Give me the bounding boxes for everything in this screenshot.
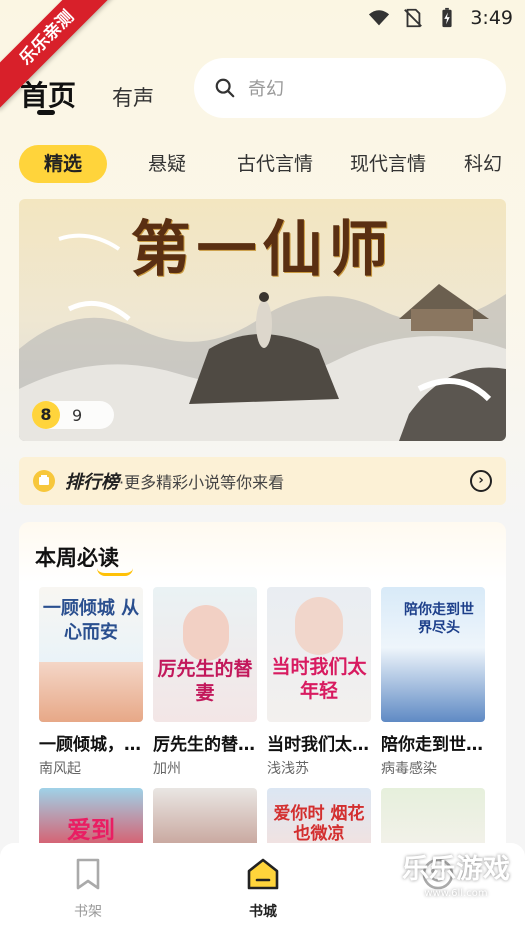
ranking-title: 排行榜 — [65, 472, 119, 493]
tab-bookshelf[interactable]: 书架 — [58, 857, 118, 921]
search-placeholder: 奇幻 — [248, 79, 284, 100]
book-item[interactable]: 一顾倾城 从心而安 一顾倾城，… 南风起 — [39, 587, 143, 778]
site-watermark: 乐乐游戏 www.6ll.com — [391, 847, 521, 927]
book-title: 陪你走到世… — [381, 735, 483, 755]
home-store-icon — [247, 858, 279, 890]
wifi-icon — [369, 10, 390, 26]
title-underline-decoration — [97, 568, 133, 576]
book-cover: 厉先生的替妻 — [153, 587, 257, 722]
category-tab-featured[interactable]: 精选 — [19, 145, 107, 183]
book-cover-title: 厉先生的替妻 — [157, 658, 253, 704]
book-cover[interactable]: 爱你时 烟花也微凉 — [267, 788, 371, 848]
tab-bookshelf-label: 书架 — [74, 904, 102, 920]
watermark-url: www.6ll.com — [424, 888, 488, 899]
book-cover[interactable] — [153, 788, 257, 848]
book-cover: 当时我们太年轻 — [267, 587, 371, 722]
book-author: 病毒感染 — [381, 761, 437, 777]
book-cover-title: 陪你走到世界尽头 — [404, 602, 474, 636]
weekly-must-read-section: 本周必读 一顾倾城 从心而安 一顾倾城，… 南风起 厉先生的替妻 厉先生的替… … — [19, 522, 506, 852]
book-cover[interactable] — [381, 788, 485, 848]
ranking-icon — [33, 470, 55, 492]
bookmark-icon — [76, 858, 100, 890]
ranking-entry[interactable]: 排行榜 ·更多精彩小说等你来看 › — [19, 457, 506, 505]
top-header: 首页 有声 奇幻 — [0, 58, 525, 118]
book-author: 南风起 — [39, 761, 81, 777]
promo-banner[interactable]: 第一仙师 8 9 — [19, 199, 506, 441]
book-item[interactable]: 当时我们太年轻 当时我们太… 浅浅苏 — [267, 587, 371, 778]
book-title: 厉先生的替… — [153, 735, 255, 755]
book-cover-title: 爱你时 烟花也微凉 — [273, 804, 365, 844]
ranking-subtitle: ·更多精彩小说等你来看 — [119, 473, 285, 492]
no-sim-icon — [404, 8, 423, 28]
category-tab-ancient-romance[interactable]: 古代言情 — [237, 145, 313, 183]
book-item[interactable]: 陪你走到世界尽头 陪你走到世… 病毒感染 — [381, 587, 485, 778]
tab-home[interactable]: 首页 — [20, 74, 76, 114]
banner-page-indicator: 8 9 — [32, 401, 114, 429]
book-cover-title: 爱到 — [67, 815, 115, 844]
banner-total-pages: 9 — [72, 405, 83, 425]
category-tab-suspense[interactable]: 悬疑 — [148, 145, 186, 183]
tab-bookstore[interactable]: 书城 — [233, 857, 293, 921]
tab-audio[interactable]: 有声 — [112, 82, 154, 112]
book-author: 加州 — [153, 761, 181, 777]
category-tab-modern-romance[interactable]: 现代言情 — [350, 145, 426, 183]
category-tabs: 精选 悬疑 古代言情 现代言情 科幻 — [0, 145, 525, 183]
book-cover: 一顾倾城 从心而安 — [39, 587, 143, 722]
banner-current-page: 8 — [32, 401, 60, 429]
book-title: 一顾倾城，… — [39, 735, 141, 755]
search-icon — [215, 78, 235, 98]
tab-bookstore-label: 书城 — [249, 904, 277, 920]
book-cover: 陪你走到世界尽头 — [381, 587, 485, 722]
status-time: 3:49 — [470, 7, 513, 29]
book-cover-title: 当时我们太年轻 — [271, 656, 367, 702]
book-author: 浅浅苏 — [267, 761, 309, 777]
book-item[interactable]: 厉先生的替妻 厉先生的替… 加州 — [153, 587, 257, 778]
chevron-right-icon[interactable]: › — [470, 470, 492, 492]
category-tab-scifi[interactable]: 科幻 — [464, 145, 502, 183]
book-title: 当时我们太… — [267, 735, 369, 755]
book-cover[interactable]: 爱到 — [39, 788, 143, 848]
search-input[interactable]: 奇幻 — [194, 58, 506, 118]
battery-charging-icon — [442, 7, 452, 28]
watermark-brand: 乐乐游戏 — [402, 854, 510, 885]
banner-title: 第一仙师 — [130, 215, 395, 285]
tab-active-indicator — [37, 110, 55, 115]
book-cover-title: 一顾倾城 从心而安 — [42, 598, 140, 643]
